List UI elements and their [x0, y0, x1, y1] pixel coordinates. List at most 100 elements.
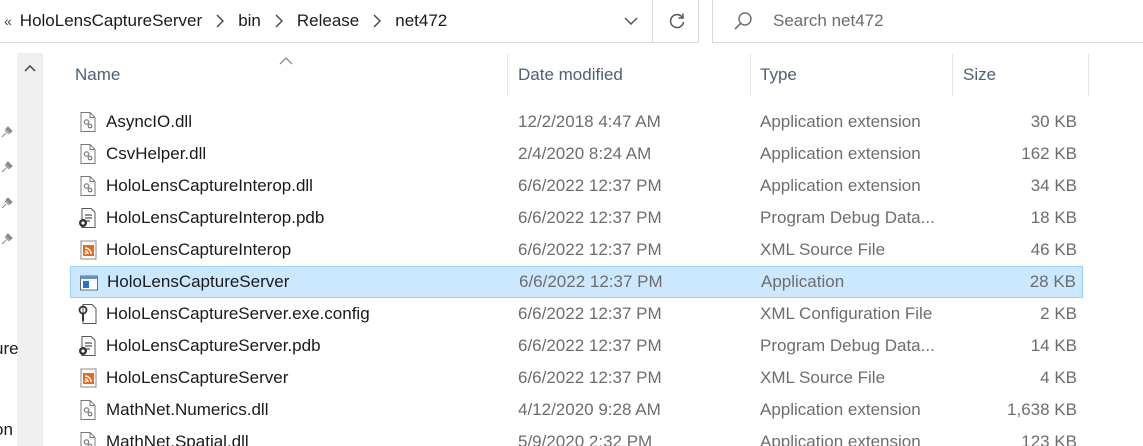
dll-file-icon — [78, 112, 98, 132]
file-size: 162 KB — [1021, 144, 1077, 163]
column-divider[interactable] — [1088, 54, 1089, 96]
column-divider[interactable] — [750, 54, 751, 96]
file-row[interactable]: AsyncIO.dll 12/2/2018 4:47 AM Application … — [70, 106, 1083, 138]
file-name: HoloLensCaptureServer.exe.config — [106, 304, 370, 323]
column-divider[interactable] — [952, 54, 953, 96]
column-header-name[interactable]: Name — [75, 54, 507, 96]
file-row-selected[interactable]: HoloLensCaptureServer 6/6/2022 12:37 PM Ap… — [70, 266, 1083, 298]
file-date-modified: 12/2/2018 4:47 AM — [518, 112, 661, 131]
file-name: MathNet.Spatial.dll — [106, 432, 249, 446]
column-header-size-label: Size — [963, 65, 997, 84]
pdb-file-icon — [78, 336, 98, 356]
file-type: XML Configuration File — [760, 304, 933, 323]
file-size: 28 KB — [1029, 272, 1076, 291]
toolbar: « HoloLensCaptureServer bin Release net4… — [0, 0, 1143, 43]
navigation-scrollbar[interactable] — [17, 53, 43, 446]
file-size: 4 KB — [1040, 368, 1077, 387]
file-type: Program Debug Data... — [760, 208, 935, 227]
chevron-right-icon[interactable] — [359, 14, 395, 28]
file-type: Program Debug Data... — [760, 336, 935, 355]
dll-file-icon — [78, 432, 98, 446]
file-size: 123 KB — [1021, 432, 1077, 446]
nav-item-label[interactable]: on — [0, 420, 13, 440]
dll-file-icon — [78, 400, 98, 420]
file-name: HoloLensCaptureServer.pdb — [106, 336, 321, 355]
address-bar[interactable]: « HoloLensCaptureServer bin Release net4… — [0, 0, 699, 43]
breadcrumb-item-bin[interactable]: bin — [238, 11, 261, 31]
column-header-date-modified[interactable]: Date modified — [518, 54, 750, 96]
file-size: 18 KB — [1030, 208, 1077, 227]
file-type: Application — [761, 272, 845, 291]
chevron-right-icon[interactable] — [261, 14, 297, 28]
search-icon — [733, 10, 755, 32]
file-row[interactable]: MathNet.Spatial.dll 5/9/2020 2:32 PM Appli… — [70, 426, 1083, 446]
file-date-modified: 6/6/2022 12:37 PM — [518, 368, 662, 387]
file-name: HoloLensCaptureServer — [106, 368, 289, 387]
refresh-button[interactable] — [652, 0, 700, 42]
file-date-modified: 6/6/2022 12:37 PM — [518, 336, 662, 355]
search-input[interactable] — [773, 11, 1113, 31]
breadcrumb-item-release[interactable]: Release — [297, 11, 359, 31]
search-box[interactable] — [712, 0, 1143, 43]
application-icon — [79, 273, 99, 293]
file-size: 34 KB — [1030, 176, 1077, 195]
file-row[interactable]: HoloLensCaptureInterop.dll 6/6/2022 12:37… — [70, 170, 1083, 202]
file-type: Application extension — [760, 112, 921, 131]
file-name: HoloLensCaptureInterop.dll — [106, 176, 313, 195]
navigation-pane: ure on — [0, 53, 44, 446]
dll-file-icon — [78, 176, 98, 196]
file-date-modified: 6/6/2022 12:37 PM — [518, 176, 662, 195]
pdb-file-icon — [78, 208, 98, 228]
address-history-dropdown[interactable] — [611, 0, 651, 42]
file-date-modified: 6/6/2022 12:37 PM — [518, 304, 662, 323]
file-type: Application extension — [760, 400, 921, 419]
file-row[interactable]: MathNet.Numerics.dll 4/12/2020 9:28 AM App… — [70, 394, 1083, 426]
chevron-up-icon — [24, 64, 36, 72]
file-size: 1,638 KB — [1007, 400, 1077, 419]
file-size: 46 KB — [1030, 240, 1077, 259]
file-date-modified: 6/6/2022 12:37 PM — [518, 208, 662, 227]
pin-icon[interactable] — [0, 196, 14, 210]
dll-file-icon — [78, 144, 98, 164]
file-row[interactable]: HoloLensCaptureServer 6/6/2022 12:37 PM XM… — [70, 362, 1083, 394]
file-date-modified: 6/6/2022 12:37 PM — [518, 240, 662, 259]
xml-file-icon — [78, 368, 98, 388]
file-row[interactable]: HoloLensCaptureInterop 6/6/2022 12:37 PM X… — [70, 234, 1083, 266]
column-header-date-label: Date modified — [518, 65, 623, 84]
pin-icon[interactable] — [0, 125, 14, 139]
file-name: MathNet.Numerics.dll — [106, 400, 269, 419]
nav-item-label[interactable]: ure — [0, 339, 19, 359]
file-type: Application extension — [760, 176, 921, 195]
chevron-right-icon[interactable] — [202, 14, 238, 28]
file-type: Application extension — [760, 144, 921, 163]
file-name: HoloLensCaptureInterop — [106, 240, 292, 259]
file-size: 14 KB — [1030, 336, 1077, 355]
column-divider[interactable] — [507, 54, 508, 96]
file-row[interactable]: HoloLensCaptureServer.pdb 6/6/2022 12:37 … — [70, 330, 1083, 362]
chevron-down-icon — [624, 17, 638, 25]
pin-icon[interactable] — [0, 232, 14, 246]
file-date-modified: 5/9/2020 2:32 PM — [518, 432, 653, 446]
file-name: AsyncIO.dll — [106, 112, 192, 131]
file-name: CsvHelper.dll — [106, 144, 207, 163]
file-row[interactable]: CsvHelper.dll 2/4/2020 8:24 AM Application… — [70, 138, 1083, 170]
file-type: Application extension — [760, 432, 921, 446]
column-header-size[interactable]: Size — [963, 54, 1088, 96]
xml-file-icon — [78, 240, 98, 260]
file-row[interactable]: HoloLensCaptureInterop.pdb 6/6/2022 12:37… — [70, 202, 1083, 234]
file-size: 30 KB — [1030, 112, 1077, 131]
pin-icon[interactable] — [0, 160, 14, 174]
breadcrumb-overflow-button[interactable]: « — [4, 13, 12, 29]
breadcrumb-item-hololenscaptureserver[interactable]: HoloLensCaptureServer — [20, 11, 202, 31]
file-date-modified: 6/6/2022 12:37 PM — [519, 272, 663, 291]
file-type: XML Source File — [760, 240, 886, 259]
scroll-up-button[interactable] — [17, 53, 43, 83]
config-file-icon — [78, 304, 98, 324]
file-size: 2 KB — [1040, 304, 1077, 323]
file-date-modified: 2/4/2020 8:24 AM — [518, 144, 652, 163]
column-header-type[interactable]: Type — [760, 54, 952, 96]
column-header-type-label: Type — [760, 65, 797, 84]
file-row[interactable]: HoloLensCaptureServer.exe.config 6/6/2022… — [70, 298, 1083, 330]
breadcrumb-item-net472[interactable]: net472 — [395, 11, 447, 31]
file-date-modified: 4/12/2020 9:28 AM — [518, 400, 661, 419]
